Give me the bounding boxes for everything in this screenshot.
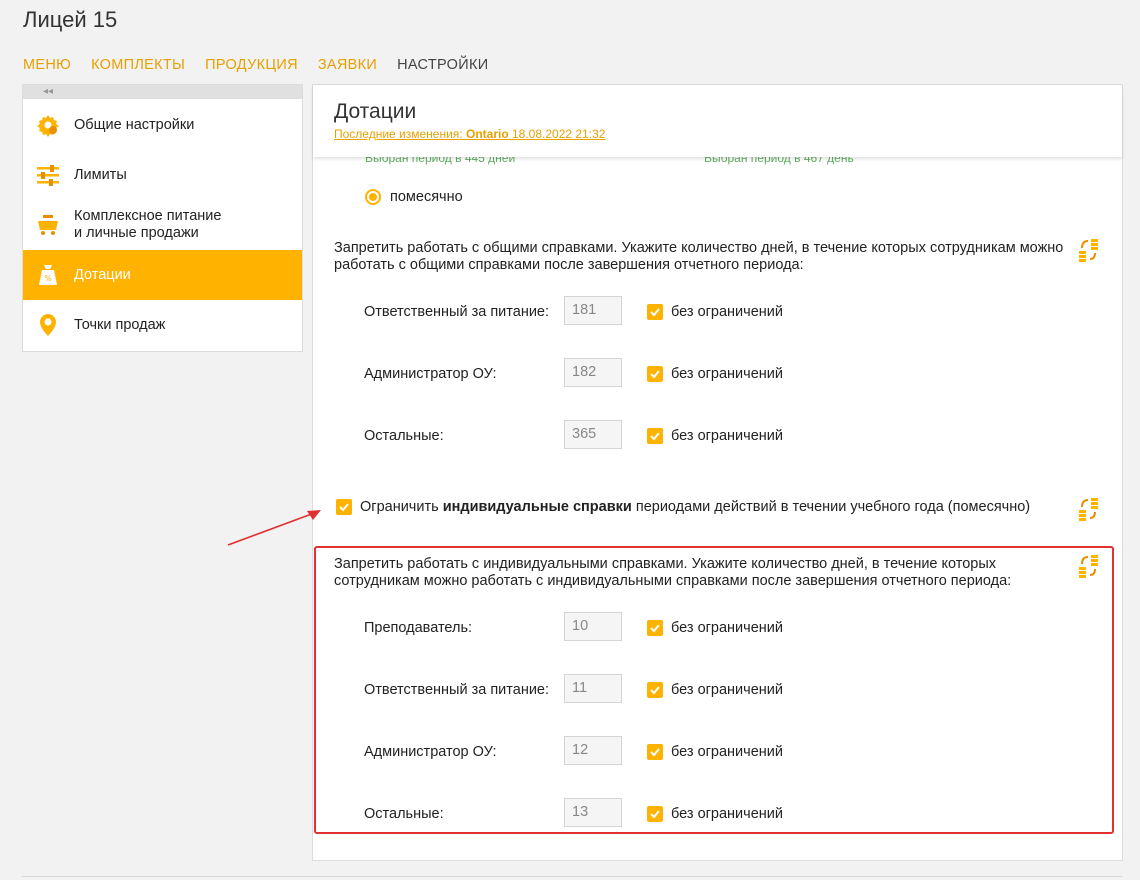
checkbox-checked-icon: [647, 366, 663, 382]
unlimited-checkbox[interactable]: без ограничений: [647, 806, 783, 822]
sidebar-item-label: Общие настройки: [74, 116, 195, 133]
general-days-input[interactable]: 365: [564, 420, 622, 449]
sidebar-item-general-settings[interactable]: Общие настройки: [23, 100, 302, 150]
page-divider: [22, 876, 1122, 877]
sidebar-collapse-button[interactable]: ◂◂: [23, 85, 302, 99]
unlimited-label: без ограничений: [671, 304, 783, 320]
sidebar-item-label: Лимиты: [74, 166, 127, 183]
unlimited-checkbox[interactable]: без ограничений: [647, 428, 783, 444]
unlimited-label: без ограничений: [671, 682, 783, 698]
monthly-radio[interactable]: помесячно: [365, 189, 463, 205]
nav-kits[interactable]: КОМПЛЕКТЫ: [91, 57, 185, 73]
last-changes-user: Ontario: [465, 127, 509, 141]
unlimited-label: без ограничений: [671, 620, 783, 636]
checkbox-checked-icon: [647, 620, 663, 636]
sync-icon[interactable]: [1076, 237, 1102, 263]
subsidy-bag-icon: %: [36, 263, 60, 287]
unlimited-checkbox[interactable]: без ограничений: [647, 366, 783, 382]
general-row-label: Ответственный за питание:: [364, 304, 550, 320]
limit-bold: индивидуальные справки: [442, 499, 632, 515]
subsidies-panel: Дотации Последние изменения: Ontario 18.…: [312, 84, 1123, 861]
limit-suffix: периодами действий в течении учебного го…: [631, 499, 1031, 515]
unlimited-checkbox[interactable]: без ограничений: [647, 744, 783, 760]
unlimited-checkbox[interactable]: без ограничений: [647, 682, 783, 698]
checkbox-checked-icon: [647, 682, 663, 698]
checkbox-checked-icon: [647, 806, 663, 822]
checkbox-checked-icon: [647, 304, 663, 320]
nav-menu[interactable]: МЕНЮ: [23, 57, 71, 73]
individual-row-label: Преподаватель:: [364, 620, 473, 636]
panel-header: Дотации Последние изменения: Ontario 18.…: [313, 85, 1122, 157]
sidebar-item-label: Дотации: [74, 266, 131, 283]
individual-row-label: Администратор ОУ:: [364, 744, 497, 760]
individual-days-input[interactable]: 10: [564, 612, 622, 641]
sidebar-item-limits[interactable]: Лимиты: [23, 150, 302, 200]
sidebar-item-sale-points[interactable]: Точки продаж: [23, 300, 302, 350]
individual-certificates-description: Запретить работать с индивидуальными спр…: [334, 556, 1012, 589]
individual-days-input[interactable]: 12: [564, 736, 622, 765]
annotation-arrow-icon: [227, 510, 321, 546]
svg-text:%: %: [44, 274, 52, 283]
checkbox-checked-icon: [336, 499, 352, 515]
general-days-input[interactable]: 182: [564, 358, 622, 387]
sidebar: ◂◂ Общие настройки Лимиты Комплексное пи…: [22, 84, 303, 352]
unlimited-checkbox[interactable]: без ограничений: [647, 304, 783, 320]
last-changes-link[interactable]: Последние изменения: Ontario 18.08.2022 …: [334, 127, 605, 141]
sliders-icon: [36, 163, 60, 187]
top-navigation: МЕНЮ КОМПЛЕКТЫ ПРОДУКЦИЯ ЗАЯВКИ НАСТРОЙК…: [23, 57, 488, 73]
last-changes-prefix: Последние изменения:: [334, 127, 466, 141]
limit-individual-checkbox[interactable]: Ограничить индивидуальные справки период…: [336, 499, 1030, 515]
unlimited-checkbox[interactable]: без ограничений: [647, 620, 783, 636]
general-certificates-description: Запретить работать с общими справками. У…: [334, 240, 1064, 273]
nav-orders[interactable]: ЗАЯВКИ: [318, 57, 377, 73]
nav-products[interactable]: ПРОДУКЦИЯ: [205, 57, 298, 73]
last-changes-date: 18.08.2022 21:32: [508, 127, 606, 141]
individual-days-input[interactable]: 13: [564, 798, 622, 827]
general-days-input[interactable]: 181: [564, 296, 622, 325]
nav-settings[interactable]: НАСТРОЙКИ: [397, 57, 488, 73]
gear-icon: [36, 113, 60, 137]
unlimited-label: без ограничений: [671, 744, 783, 760]
sidebar-item-label: Комплексное питание и личные продажи: [74, 208, 222, 241]
unlimited-label: без ограничений: [671, 428, 783, 444]
individual-days-input[interactable]: 11: [564, 674, 622, 703]
checkbox-checked-icon: [647, 428, 663, 444]
radio-selected-icon: [365, 189, 381, 205]
monthly-radio-label: помесячно: [390, 189, 463, 205]
cart-icon: [36, 213, 60, 237]
page-title: Лицей 15: [23, 7, 118, 32]
sync-icon[interactable]: [1076, 496, 1102, 522]
location-pin-icon: [36, 313, 60, 337]
panel-title: Дотации: [334, 100, 417, 123]
sidebar-item-label: Точки продаж: [74, 316, 166, 333]
general-row-label: Остальные:: [364, 428, 444, 444]
sidebar-item-complex-meals[interactable]: Комплексное питание и личные продажи: [23, 200, 302, 250]
unlimited-label: без ограничений: [671, 806, 783, 822]
sidebar-item-subsidies[interactable]: % Дотации: [23, 250, 302, 300]
individual-row-label: Ответственный за питание:: [364, 682, 550, 698]
checkbox-checked-icon: [647, 744, 663, 760]
general-row-label: Администратор ОУ:: [364, 366, 497, 382]
limit-prefix: Ограничить: [360, 499, 443, 515]
sync-icon[interactable]: [1076, 553, 1102, 579]
individual-row-label: Остальные:: [364, 806, 444, 822]
unlimited-label: без ограничений: [671, 366, 783, 382]
